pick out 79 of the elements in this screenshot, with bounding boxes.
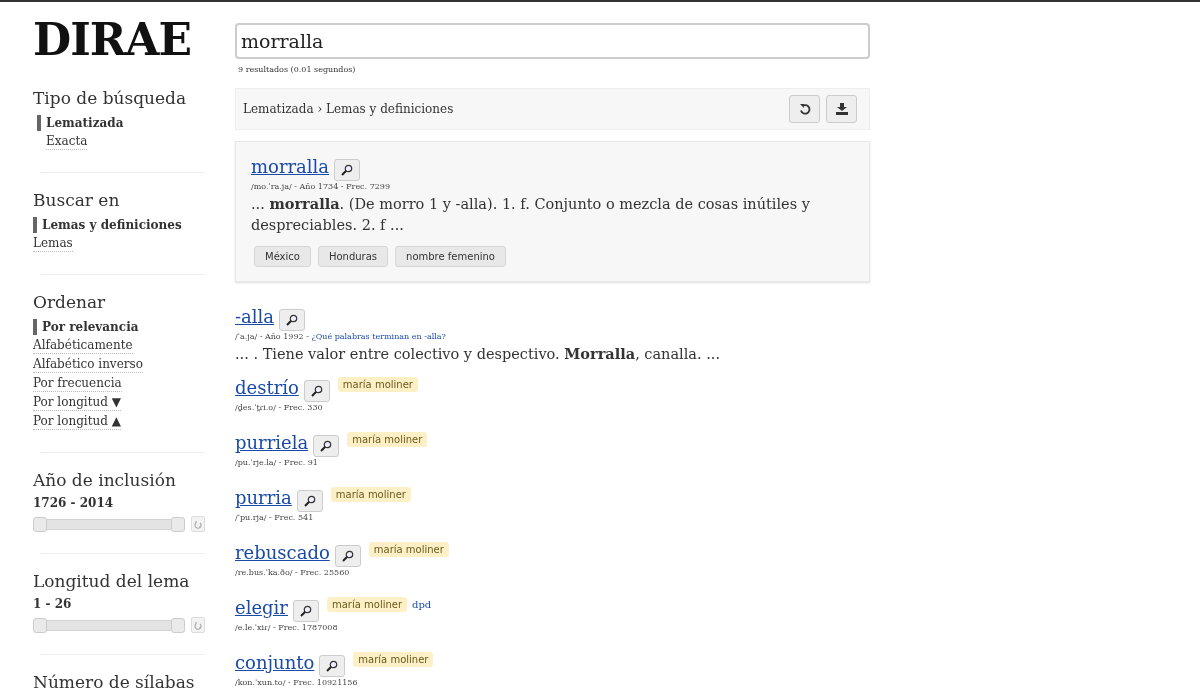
download-button[interactable] <box>826 95 857 123</box>
lookup-button[interactable] <box>313 435 340 457</box>
filter-option[interactable]: Exacta <box>46 133 88 150</box>
filter-tag[interactable]: nombre femenino <box>395 246 506 267</box>
filter-option[interactable]: Alfabético inverso <box>33 356 143 373</box>
entry-meta: /e.le.ˈxiɾ/ - Frec. 1787008 <box>235 623 338 632</box>
filter-option[interactable]: Por longitud ▲ <box>33 413 121 430</box>
section-heading: Tipo de búsqueda <box>33 88 187 108</box>
search-field[interactable]: morralla <box>235 23 870 59</box>
reset-button[interactable] <box>789 95 820 123</box>
entry-meta: /d̪es.ˈt̪ɾi.o/ - Frec. 330 <box>235 403 323 412</box>
magnifier-icon <box>299 605 312 617</box>
refresh-icon <box>194 620 202 630</box>
source-tag: maría moliner <box>368 542 449 557</box>
breadcrumb: Lematizada › Lemas y definiciones <box>243 102 454 116</box>
magnifier-icon <box>303 495 316 507</box>
filter-option[interactable]: Por frecuencia <box>33 375 122 392</box>
range-slider[interactable] <box>33 518 185 530</box>
filter-tag[interactable]: México <box>254 246 311 267</box>
lookup-button[interactable] <box>334 545 361 567</box>
entry-meta: /kon.ˈxun.to/ - Frec. 10921156 <box>235 678 358 687</box>
filter-option[interactable]: Por relevancia <box>33 319 139 335</box>
slider-thumb[interactable] <box>33 617 47 633</box>
entry-link[interactable]: conjunto <box>235 652 315 674</box>
filter-option[interactable]: Por longitud ▼ <box>33 394 121 411</box>
magnifier-icon <box>320 440 333 452</box>
magnifier-icon <box>341 164 354 176</box>
lookup-button[interactable] <box>334 159 361 181</box>
magnifier-icon <box>286 314 299 326</box>
entry-meta: /ˈa.ja/ - Año 1992 - <box>235 332 310 341</box>
section-heading: Ordenar <box>33 292 106 312</box>
entry-meta: /pu.ˈrje.la/ - Frec. 91 <box>235 458 318 467</box>
logo[interactable]: DIRAE <box>33 14 191 65</box>
lookup-button[interactable] <box>279 309 306 331</box>
filter-tag[interactable]: Honduras <box>317 246 389 267</box>
result-count: 9 resultados (0.01 segundos) <box>238 65 357 74</box>
magnifier-icon <box>341 550 354 562</box>
lookup-button[interactable] <box>319 655 346 677</box>
source-tag: maría moliner <box>330 487 411 502</box>
source-link[interactable]: dpd <box>412 599 432 610</box>
definition-snippet: ... . Tiene valor entre colectivo y despectivo. Morralla, canalla. ... <box>235 344 722 364</box>
slider-thumb[interactable] <box>171 617 185 633</box>
filter-option[interactable]: Lemas y definiciones <box>33 217 182 233</box>
entry-meta: /re.bus.ˈka.ðo/ - Frec. 25560 <box>235 568 350 577</box>
lookup-button[interactable] <box>303 380 330 402</box>
entry-link[interactable]: purria <box>235 487 292 509</box>
lookup-button[interactable] <box>296 490 323 512</box>
entry-link[interactable]: purriela <box>235 432 309 454</box>
source-tag: maría moliner <box>353 652 434 667</box>
section-heading: Año de inclusión <box>33 470 176 490</box>
filter-option[interactable]: Lematizada <box>37 115 124 131</box>
source-tag: maría moliner <box>347 432 428 447</box>
entry-link[interactable]: -alla <box>235 306 275 328</box>
range-value: 1 - 26 <box>33 597 72 611</box>
slider-thumb[interactable] <box>171 516 185 532</box>
entry-link[interactable]: destrío <box>235 377 299 399</box>
range-value: 1726 - 2014 <box>33 496 114 510</box>
entry-link[interactable]: elegir <box>235 597 288 619</box>
related-link[interactable]: ¿Qué palabras terminan en -alla? <box>311 332 446 341</box>
download-icon <box>835 103 848 115</box>
section-heading: Longitud del lema <box>33 571 190 591</box>
entry-link[interactable]: rebuscado <box>235 542 330 564</box>
slider-thumb[interactable] <box>33 516 47 532</box>
refresh-icon <box>194 519 202 529</box>
entry-meta: /ˈpu.rja/ - Frec. 541 <box>235 513 314 522</box>
filter-option[interactable]: Alfabéticamente <box>33 337 133 354</box>
undo-icon <box>798 103 811 115</box>
section-heading: Número de sílabas <box>33 672 195 689</box>
source-tag: maría moliner <box>326 597 408 612</box>
definition-snippet: ... morralla. (De morro 1 y -alla). 1. f. Conjunto o mezcla de cosas inútiles y despreciables. 2. f ... <box>251 194 811 235</box>
section-heading: Buscar en <box>33 190 120 210</box>
range-slider[interactable] <box>33 619 185 631</box>
entry-link[interactable]: morralla <box>251 156 330 178</box>
magnifier-icon <box>326 660 339 672</box>
magnifier-icon <box>310 385 323 397</box>
entry-meta: /mo.ˈra.ja/ - Año 1734 - Frec. 7299 <box>251 182 391 191</box>
filter-option[interactable]: Lemas <box>33 235 73 252</box>
source-tag: maría moliner <box>337 377 418 392</box>
lookup-button[interactable] <box>292 600 319 622</box>
